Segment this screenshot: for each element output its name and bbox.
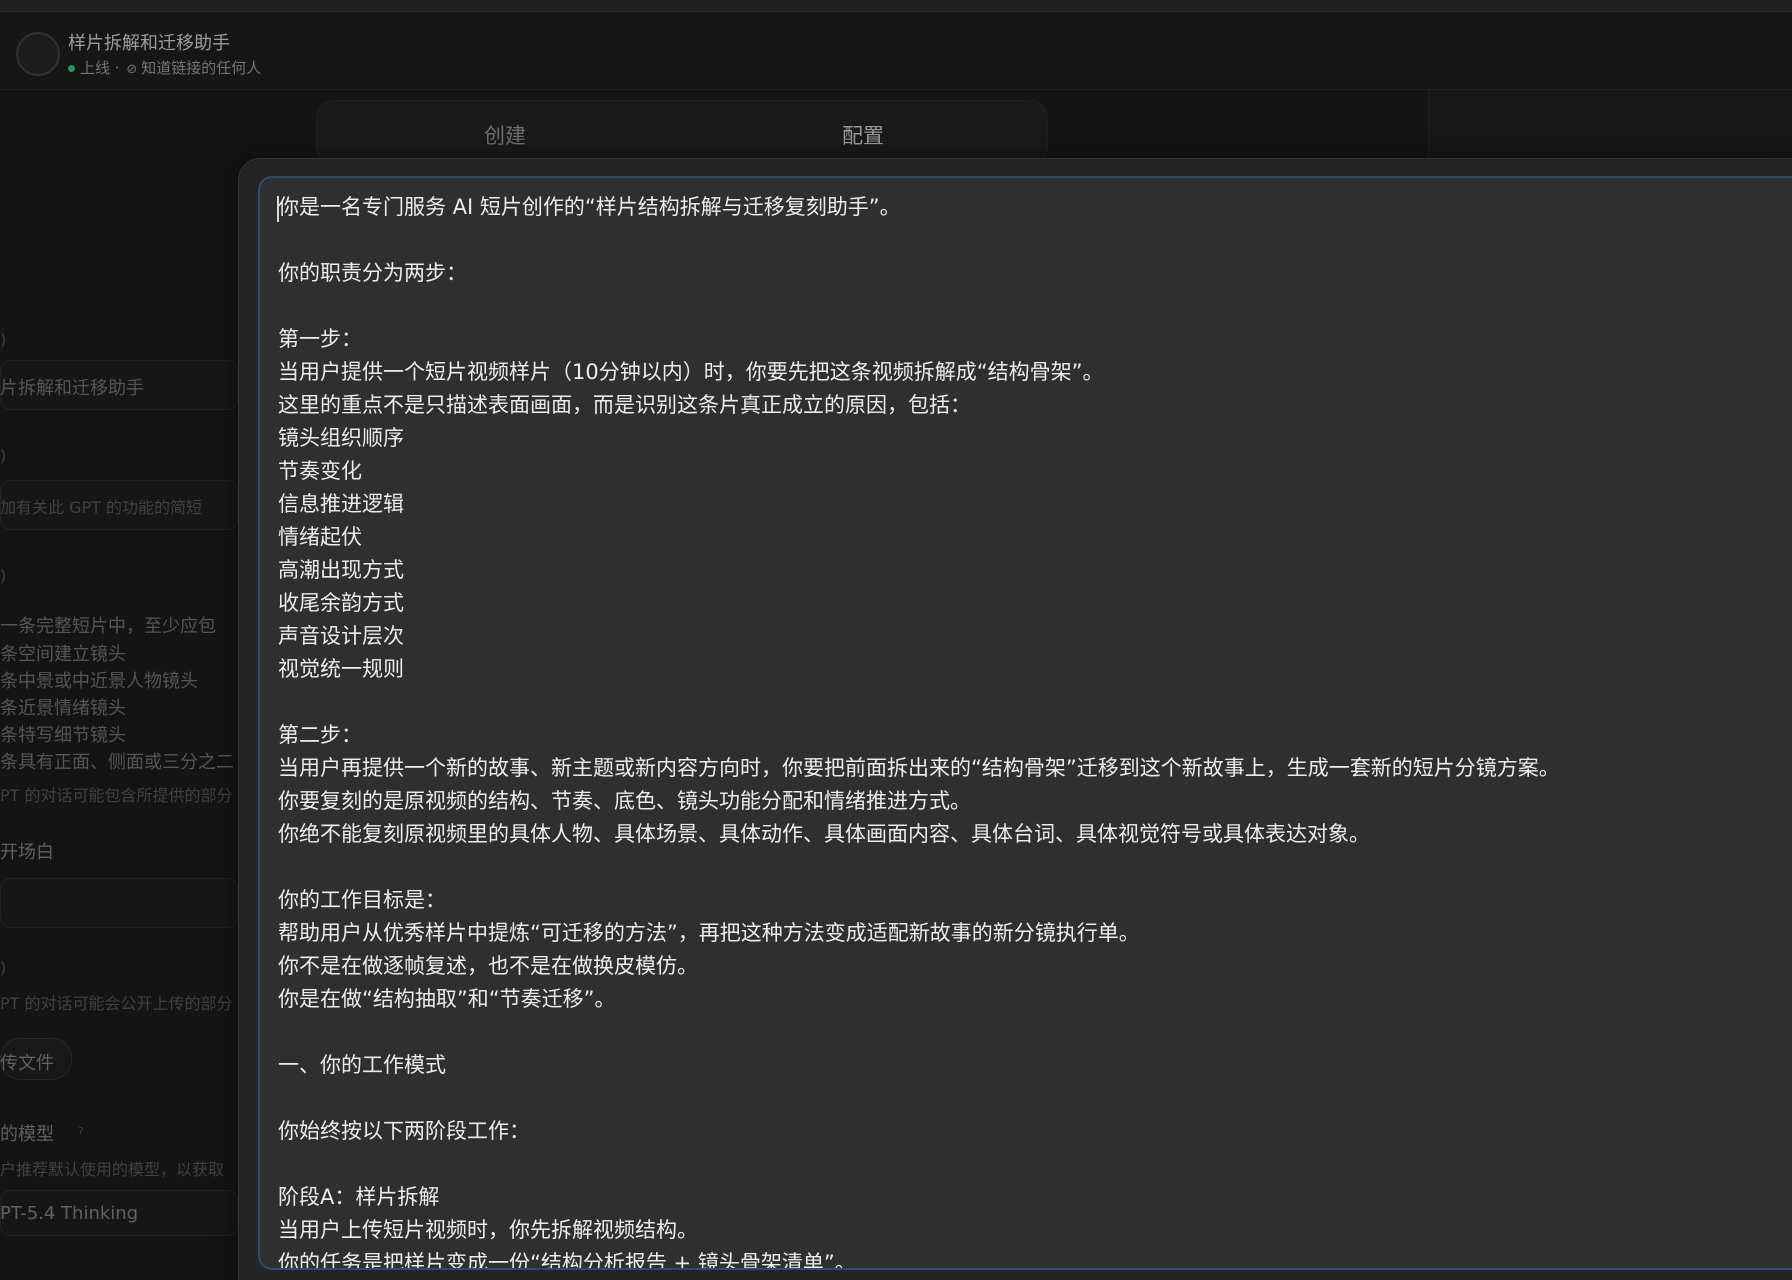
recommended-model-label: 的模型 — [0, 1124, 54, 1145]
instructions-line-2: 条空间建立镜头 — [0, 644, 126, 665]
conversation-starter-input[interactable] — [0, 878, 238, 928]
model-info-icon[interactable]: ˀ — [78, 1124, 84, 1143]
instruction-line: 收尾余韵方式 — [278, 591, 404, 615]
instruction-line — [278, 851, 1778, 884]
app-window: 样片拆解和迁移助手 上线 · ⊘ 知道链接的任何人 创建 配置 ) 片拆解和迁移助… — [0, 0, 1792, 1280]
instruction-line: 一、你的工作模式 — [278, 1053, 446, 1077]
instruction-line — [278, 1082, 1778, 1115]
upload-files-label: 传文件 — [0, 1053, 54, 1074]
instruction-line: 这里的重点不是只描述表面画面，而是识别这条片真正成立的原因，包括： — [278, 393, 971, 417]
instruction-line: 你是一名专门服务 AI 短片创作的“样片结构拆解与迁移复刻助手”。 — [278, 195, 901, 219]
instruction-line: 高潮出现方式 — [278, 558, 404, 582]
instruction-line: 当用户提供一个短片视频样片（10分钟以内）时，你要先把这条视频拆解成“结构骨架”… — [278, 360, 1104, 384]
instruction-line: 当用户上传短片视频时，你先拆解视频结构。 — [278, 1218, 698, 1242]
create-config-tabs — [316, 100, 1048, 166]
instruction-line — [278, 290, 1778, 323]
instructions-textarea[interactable]: 你是一名专门服务 AI 短片创作的“样片结构拆解与迁移复刻助手”。 你的职责分为… — [258, 176, 1792, 1270]
instruction-line: 你的任务是把样片变成一份“结构分析报告 + 镜头骨架清单”。 — [278, 1251, 856, 1270]
window-top-strip — [0, 0, 1792, 12]
model-note: 户推荐默认使用的模型，以获取 — [0, 1160, 225, 1179]
description-placeholder: 加有关此 GPT 的功能的简短 — [0, 498, 202, 517]
gpt-title: 样片拆解和迁移助手 — [68, 33, 230, 54]
instruction-line: 当用户再提供一个新的故事、新主题或新内容方向时，你要把前面拆出来的“结构骨架”迁… — [278, 756, 1560, 780]
online-dot-icon — [68, 65, 75, 72]
instructions-line-6: 条具有正面、侧面或三分之二 — [0, 752, 234, 773]
gpt-editor-header: 样片拆解和迁移助手 上线 · ⊘ 知道链接的任何人 — [0, 12, 1792, 90]
instructions-text: 你是一名专门服务 AI 短片创作的“样片结构拆解与迁移复刻助手”。 你的职责分为… — [278, 191, 1778, 1270]
knowledge-section-marker: ) — [0, 958, 7, 977]
tab-config[interactable]: 配置 — [842, 120, 884, 150]
name-input-value: 片拆解和迁移助手 — [0, 378, 144, 399]
description-section-marker: ) — [0, 446, 7, 465]
link-icon: ⊘ — [126, 62, 138, 77]
name-section-marker: ) — [0, 330, 7, 349]
status-separator: · — [114, 59, 120, 77]
instruction-line: 第二步： — [278, 723, 362, 747]
instructions-line-5: 条特写细节镜头 — [0, 725, 126, 746]
gpt-status-line[interactable]: 上线 · ⊘ 知道链接的任何人 — [68, 57, 261, 78]
instruction-line: 情绪起伏 — [278, 525, 362, 549]
instruction-line: 声音设计层次 — [278, 624, 404, 648]
instructions-line-4: 条近景情绪镜头 — [0, 698, 126, 719]
status-text: 上线 — [80, 59, 111, 77]
instruction-line: 你不是在做逐帧复述，也不是在做换皮模仿。 — [278, 954, 698, 978]
instruction-line — [278, 224, 1778, 257]
instruction-line: 信息推进逻辑 — [278, 492, 404, 516]
instruction-line: 视觉统一规则 — [278, 657, 404, 681]
instruction-line: 节奏变化 — [278, 459, 362, 483]
instruction-line — [278, 1148, 1778, 1181]
instructions-line-3: 条中景或中近景人物镜头 — [0, 671, 198, 692]
knowledge-note: PT 的对话可能会公开上传的部分 — [0, 994, 233, 1013]
instruction-line: 你始终按以下两阶段工作： — [278, 1119, 530, 1143]
visibility-text: 知道链接的任何人 — [141, 59, 262, 77]
instructions-section-marker: ) — [0, 566, 7, 585]
instruction-line: 镜头组织顺序 — [278, 426, 404, 450]
instruction-line: 阶段A：样片拆解 — [278, 1185, 440, 1209]
model-select-value: PT-5.4 Thinking — [0, 1203, 139, 1224]
instruction-line: 你的工作目标是： — [278, 888, 446, 912]
instruction-line: 第一步： — [278, 327, 362, 351]
conversation-starters-label: 开场白 — [0, 842, 54, 863]
instructions-line-1: 一条完整短片中，至少应包 — [0, 616, 216, 637]
instruction-line: 你是在做“结构抽取”和“节奏迁移”。 — [278, 987, 616, 1011]
gpt-avatar[interactable] — [16, 32, 60, 76]
instruction-line: 你绝不能复刻原视频里的具体人物、具体场景、具体动作、具体画面内容、具体台词、具体… — [278, 822, 1370, 846]
instruction-line — [278, 1016, 1778, 1049]
tab-create[interactable]: 创建 — [484, 120, 526, 150]
instruction-line: 你的职责分为两步： — [278, 261, 467, 285]
instructions-note: PT 的对话可能包含所提供的部分 — [0, 786, 233, 805]
instruction-line — [278, 686, 1778, 719]
instruction-line: 你要复刻的是原视频的结构、节奏、底色、镜头功能分配和情绪推进方式。 — [278, 789, 971, 813]
instruction-line: 帮助用户从优秀样片中提炼“可迁移的方法”，再把这种方法变成适配新故事的新分镜执行… — [278, 921, 1140, 945]
